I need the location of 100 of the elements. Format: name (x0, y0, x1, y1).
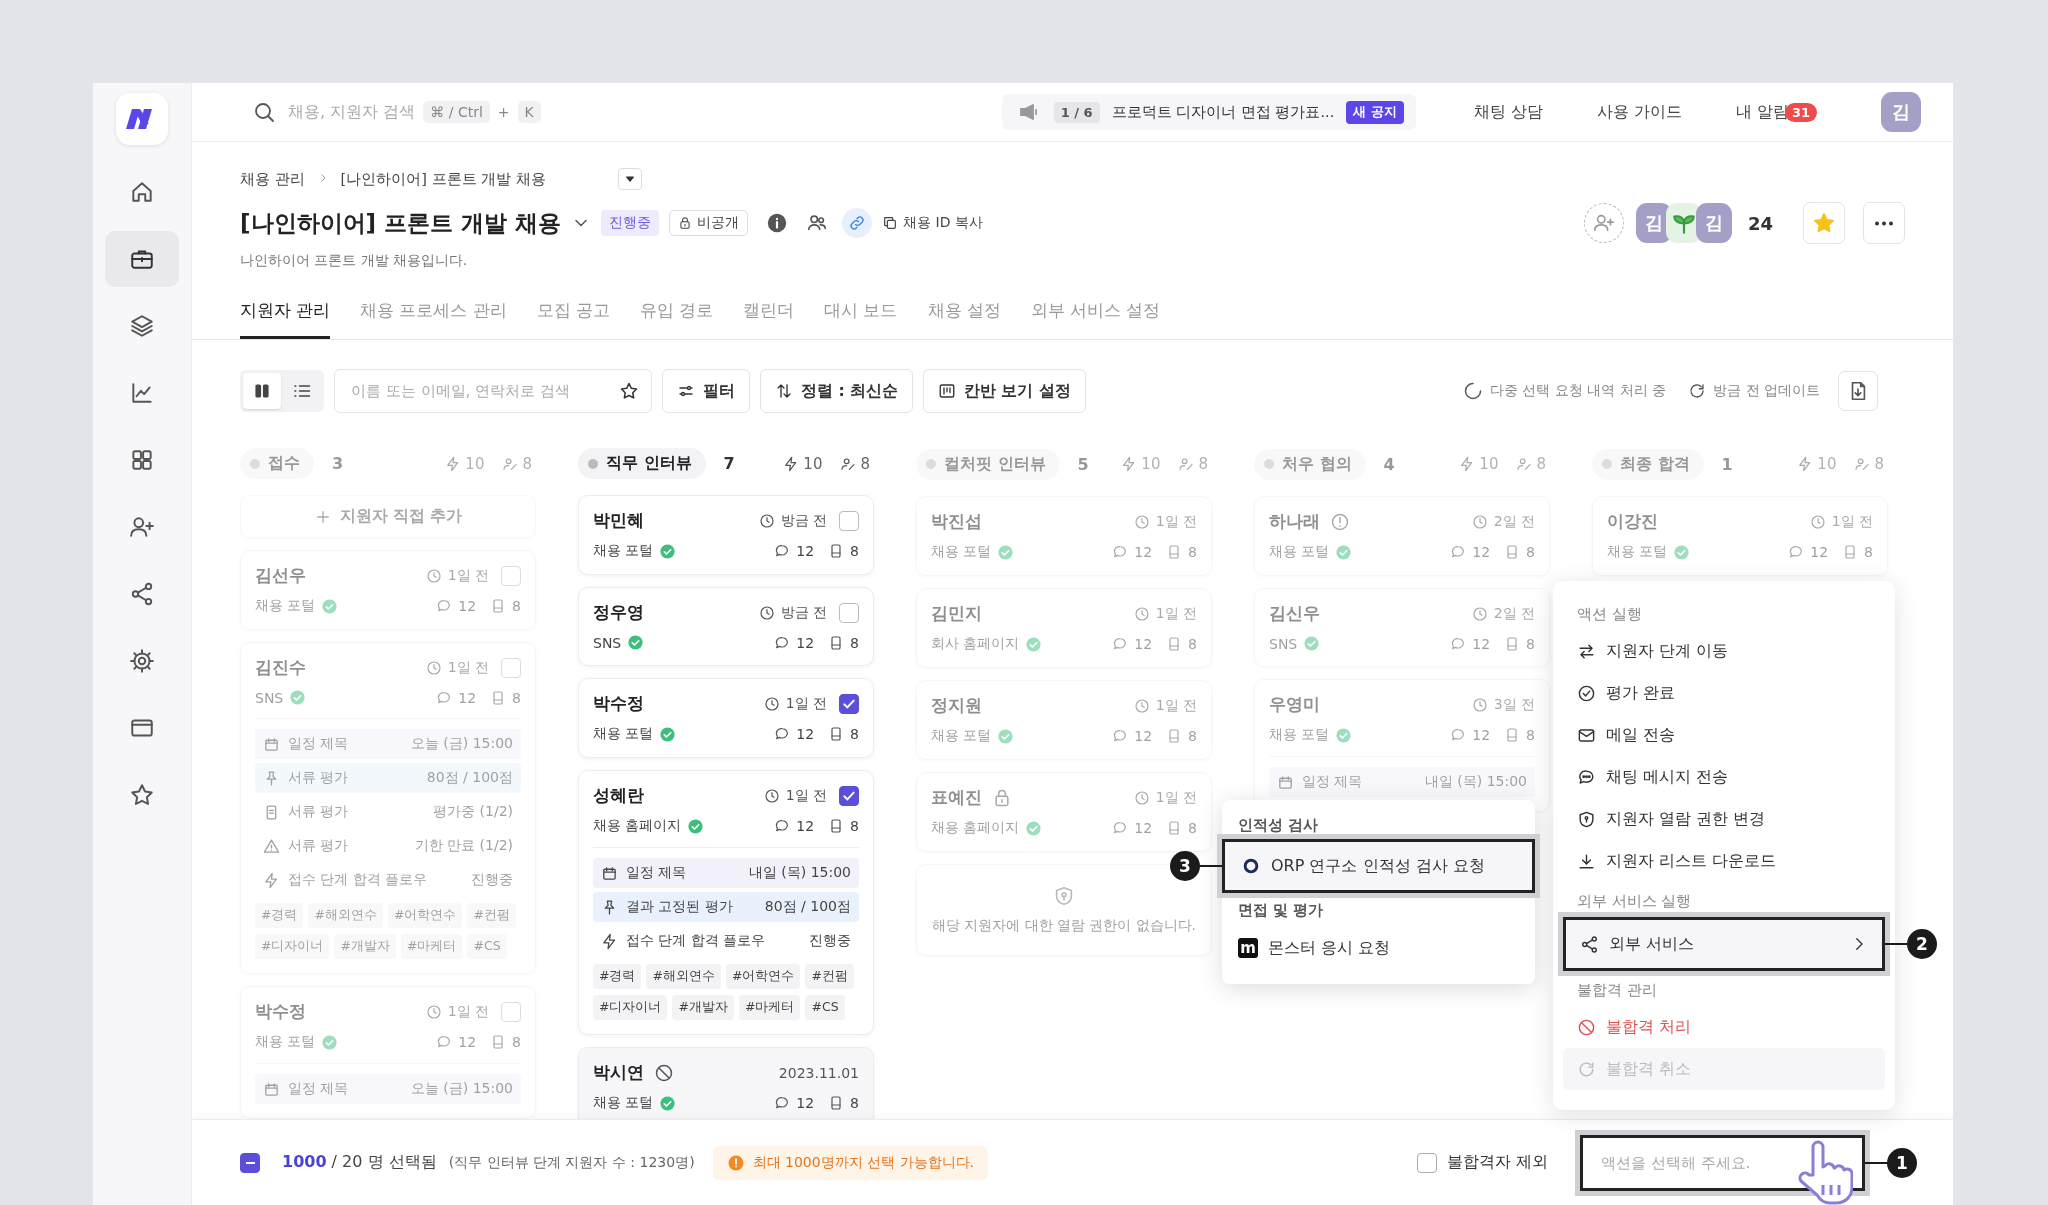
refresh-button[interactable]: 방금 전 업데이트 (1688, 382, 1820, 400)
toolbar-button[interactable]: 필터 (662, 369, 750, 413)
refresh-icon (1577, 1059, 1596, 1079)
visibility-tag[interactable]: 비공개 (669, 210, 749, 236)
check-badge-icon (659, 1094, 677, 1112)
source-label: 회사 홈페이지 (931, 635, 1020, 653)
applicant-card[interactable]: 정우영 방금 전 SNS 12 8 (578, 587, 874, 666)
leader-line (1885, 943, 1909, 945)
more-button[interactable] (1863, 202, 1905, 244)
file-count: 8 (850, 818, 859, 834)
shortcut-separator: + (497, 104, 510, 120)
bolt-icon (263, 871, 280, 889)
chat-icon (1450, 635, 1467, 652)
source-label: 채용 포털 (593, 542, 654, 560)
time-label: 1일 전 (785, 787, 827, 805)
tag: #CS (467, 934, 507, 959)
comment-count: 12 (1472, 635, 1491, 652)
applicant-card[interactable]: 박수정 1일 전 채용 포털 12 8 (578, 678, 874, 758)
detail-row: 접수 단계 합격 플로우 진행중 (255, 865, 521, 895)
menu-section-title: 인적성 검사 (1237, 816, 1320, 835)
applicant-name: 박수정 (593, 693, 644, 715)
stage-stat: 8 (1198, 455, 1208, 473)
board-icon (252, 381, 272, 401)
shield-icon (1577, 809, 1596, 829)
comment-count: 12 (796, 543, 815, 559)
step-marker: 3 (1170, 851, 1200, 881)
copy-id-button[interactable]: 채용 ID 복사 (882, 214, 983, 232)
comment-count: 12 (458, 1034, 477, 1050)
action-select[interactable]: 액션을 선택해 주세요. (1580, 1134, 1865, 1191)
menu-item[interactable]: 지원자 리스트 다운로드 (1563, 840, 1885, 882)
select-checkbox[interactable] (839, 603, 859, 623)
menu-item[interactable]: 지원자 단계 이동 (1563, 630, 1885, 672)
calendar-icon (263, 1080, 280, 1098)
chat-icon (774, 726, 791, 742)
notice-badge: 새 공지 (1346, 100, 1404, 124)
applicant-name: 박시연 (593, 1062, 644, 1084)
chat-icon (1112, 820, 1129, 836)
tag: #개발자 (334, 934, 396, 959)
link-button[interactable] (842, 208, 873, 238)
menu-item[interactable]: 채팅 메시지 전송 (1563, 756, 1885, 798)
breadcrumb-current: [나인하이어] 프론트 개발 채용 (340, 169, 546, 189)
applicant-card[interactable]: 박민혜 방금 전 채용 포털 12 8 (578, 495, 874, 575)
menu-item[interactable]: 불합격 처리 (1563, 1006, 1885, 1048)
clock-icon (758, 513, 775, 529)
menu-item[interactable]: 지원자 열람 권한 변경 (1563, 798, 1885, 840)
user-slash-icon (840, 455, 857, 472)
tag: #마케터 (738, 995, 801, 1020)
stage-stat: 8 (522, 454, 532, 473)
select-all-checkbox[interactable] (240, 1152, 260, 1173)
stage-pill: 처우 협의 (1254, 448, 1366, 480)
detail-row: 일정 제목 내일 (목) 15:00 (593, 858, 859, 888)
menu-item[interactable]: 메일 전송 (1563, 714, 1885, 756)
search-icon (252, 100, 276, 124)
spinner-icon (1462, 381, 1483, 401)
board-view-button[interactable] (243, 373, 281, 409)
comment-count: 12 (1134, 636, 1153, 652)
menu-item[interactable]: m 몬스터 응시 요청 (1222, 924, 1535, 972)
applicant-card[interactable]: 성혜란 1일 전 채용 홈페이지 12 8 일정 제목 내일 (목) 15:00 결과 고정된 평가 80점 / 100점 접수 단계 합격 플로우 진행중 #경력 #해외연수 #어학연수 #컨펌 #디자이너 #개발자 #마케터 #CS (578, 770, 874, 1035)
comment-count: 12 (796, 1095, 815, 1111)
time-label: 1일 전 (1155, 513, 1197, 531)
file-count: 8 (1188, 820, 1197, 836)
breadcrumb-link[interactable]: 채용 관리 (240, 169, 305, 189)
time-label: 1일 전 (447, 659, 489, 677)
notice-counter: 1 / 6 (1053, 101, 1100, 123)
toolbar-button[interactable]: 칸반 보기 설정 (923, 369, 1086, 413)
sort-icon (775, 382, 793, 400)
link-icon (848, 214, 867, 232)
warning-icon (263, 837, 280, 855)
time-label: 2일 전 (1493, 605, 1535, 623)
tab[interactable]: 지원자 관리 (240, 284, 331, 339)
select-checkbox[interactable] (839, 786, 859, 806)
select-checkbox[interactable] (839, 511, 859, 531)
alert-filled-icon (726, 1153, 745, 1172)
tag: #해외연수 (308, 903, 383, 928)
time-label: 1일 전 (447, 567, 489, 585)
comment-count: 12 (796, 726, 815, 742)
notice-banner[interactable]: 1 / 6 프로덕트 디자이너 면접 평가표... 새 공지 (1001, 94, 1416, 130)
chat-icon (1450, 544, 1467, 560)
dropdown-button[interactable] (617, 168, 642, 190)
app-logo[interactable] (116, 93, 168, 145)
file-count: 8 (1188, 728, 1197, 744)
check-badge-icon (1335, 543, 1353, 561)
tag: #개발자 (672, 995, 734, 1020)
stage-stat: 8 (860, 454, 870, 473)
select-checkbox[interactable] (839, 694, 859, 714)
top-link[interactable]: 사용 가이드 (1596, 101, 1682, 123)
star-icon[interactable] (619, 381, 639, 401)
chat-icon (1112, 544, 1129, 560)
applicant-card[interactable]: 박시연 2023.11.01 채용 포털 12 8 (578, 1047, 874, 1119)
exclude-checkbox[interactable] (1417, 1152, 1438, 1173)
source-label: SNS (255, 689, 284, 706)
top-link[interactable]: 채팅 상담 (1473, 101, 1543, 123)
nav-item[interactable] (105, 231, 179, 287)
kanban-icon (938, 382, 956, 400)
clock-icon (763, 788, 780, 804)
menu-item[interactable]: 평가 완료 (1563, 672, 1885, 714)
time-label: 1일 전 (1155, 789, 1197, 807)
info-icon[interactable] (766, 212, 789, 234)
toolbar-button[interactable]: 정렬 : 최신순 (760, 369, 913, 413)
export-button[interactable] (1838, 371, 1878, 411)
